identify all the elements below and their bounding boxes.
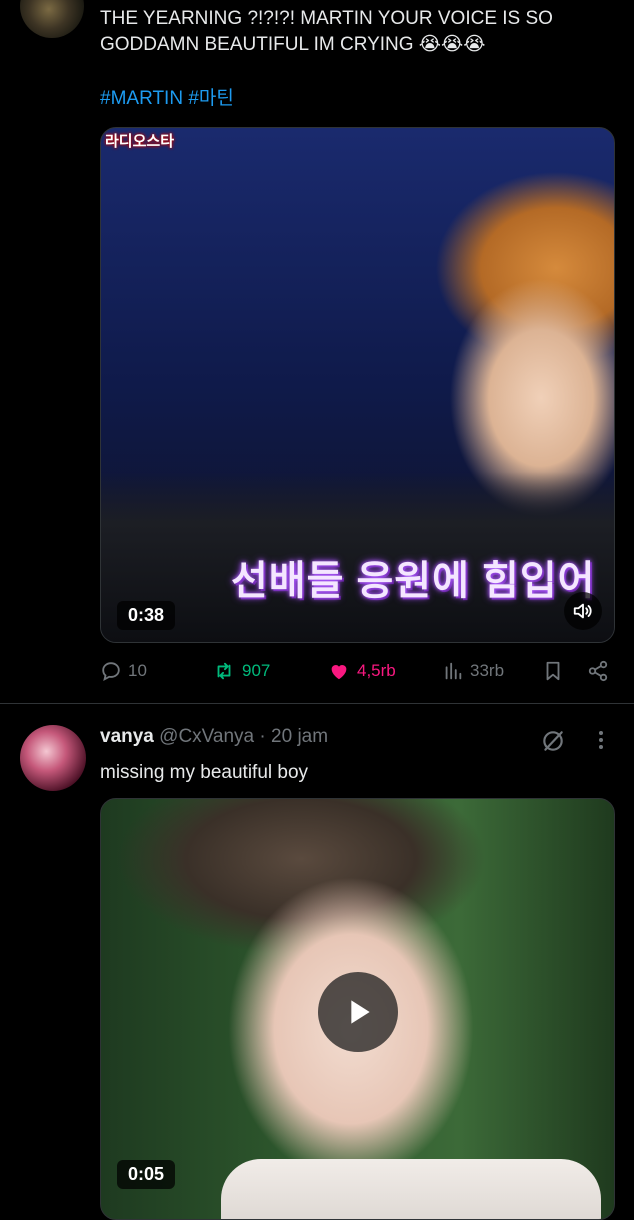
tweet2-header: vanya @CxVanya · 20 jam xyxy=(100,726,328,748)
volume-button[interactable] xyxy=(564,592,602,630)
grok-button[interactable] xyxy=(540,728,566,759)
tweet1-text: THE YEARNING ?!?!?! MARTIN YOUR VOICE IS… xyxy=(100,8,553,55)
heart-icon xyxy=(331,665,347,680)
analytics-icon xyxy=(445,662,462,680)
tweet1-avatar[interactable] xyxy=(20,0,84,38)
tweet2-display-name[interactable]: vanya xyxy=(100,726,154,747)
retweet-count: 907 xyxy=(242,661,271,680)
show-logo: 라디오스타 xyxy=(105,133,175,150)
share-icon xyxy=(588,660,608,682)
retweet-icon xyxy=(217,662,231,680)
like-count: 4,5rb xyxy=(357,661,396,680)
more-options-button[interactable] xyxy=(596,728,606,757)
views-count: 33rb xyxy=(470,661,505,680)
tweet2-video[interactable]: 0:05 xyxy=(100,798,615,1220)
video-duration: 0:05 xyxy=(117,1160,176,1189)
tweet2-avatar[interactable] xyxy=(20,725,86,791)
like-button[interactable]: 4,5rb xyxy=(327,660,396,682)
reply-count: 10 xyxy=(128,661,147,680)
tweet1-action-bar: 10 907 4,5rb 33rb xyxy=(100,660,620,688)
tweet1-hashtags[interactable]: #MARTIN #마틴 xyxy=(100,86,610,112)
reply-button[interactable]: 10 xyxy=(100,660,147,682)
tweet1-video[interactable]: 라디오스타 선배들 응원에 힘입어 0:38 xyxy=(100,127,615,643)
video-caption-overlay: 선배들 응원에 힘입어 xyxy=(231,559,596,603)
play-icon xyxy=(351,1000,370,1024)
play-button[interactable] xyxy=(318,972,398,1052)
tweet-divider xyxy=(0,703,634,704)
share-button[interactable] xyxy=(587,660,615,682)
speaker-icon xyxy=(573,603,592,619)
bookmark-icon xyxy=(546,661,560,681)
views-button[interactable]: 33rb xyxy=(442,660,504,682)
tweet2-text: missing my beautiful boy xyxy=(100,762,309,783)
video-duration: 0:38 xyxy=(117,601,176,630)
grok-icon xyxy=(543,731,563,751)
bookmark-button[interactable] xyxy=(542,660,570,682)
retweet-button[interactable]: 907 xyxy=(212,660,270,682)
tweet2-handle[interactable]: @CxVanya xyxy=(159,726,254,747)
video-frame-shirt xyxy=(221,1159,601,1219)
tweet2-time[interactable]: · 20 jam xyxy=(259,726,328,747)
more-vertical-icon xyxy=(599,731,603,749)
reply-icon xyxy=(102,662,120,682)
